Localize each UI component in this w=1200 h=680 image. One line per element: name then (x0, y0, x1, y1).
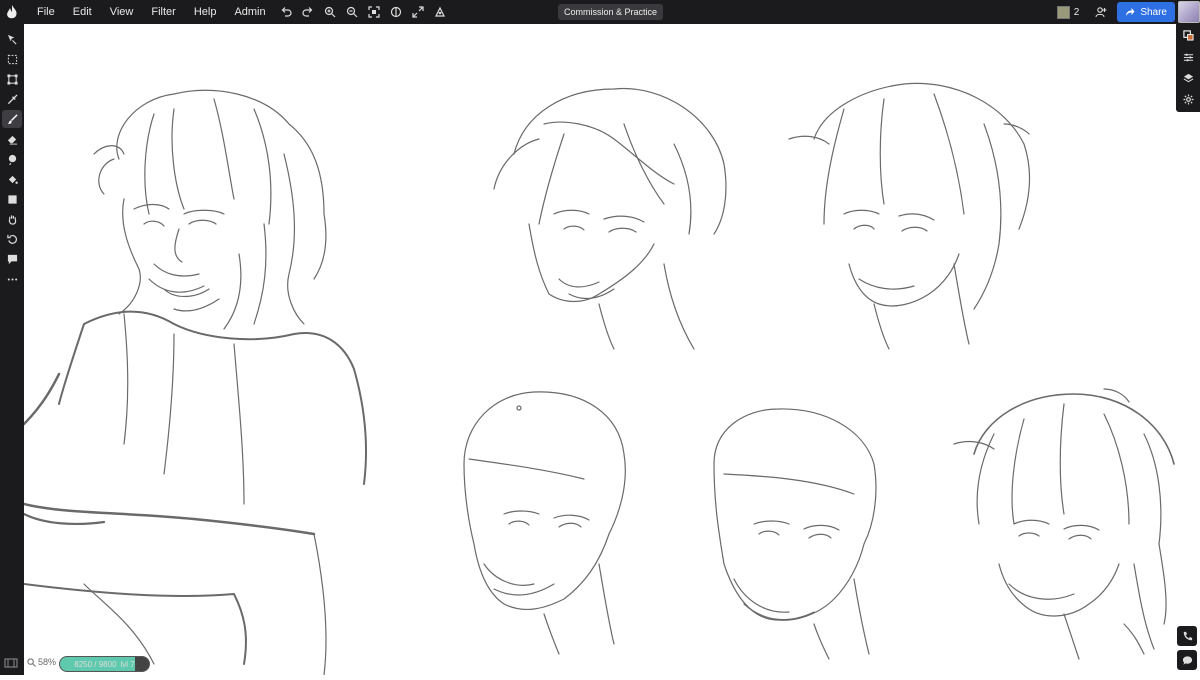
user-count: 2 (1073, 6, 1080, 18)
color-icon[interactable] (1179, 26, 1197, 44)
select-icon[interactable] (2, 50, 22, 68)
menu-edit[interactable]: Edit (64, 0, 101, 24)
menu-help[interactable]: Help (185, 0, 226, 24)
menu-admin[interactable]: Admin (225, 0, 274, 24)
share-button[interactable]: Share (1117, 2, 1175, 22)
avatar[interactable] (1178, 1, 1200, 23)
zoom-out-icon[interactable] (341, 0, 363, 24)
panels-toolbar (1176, 24, 1200, 112)
call-button[interactable] (1177, 626, 1197, 646)
hand-icon[interactable] (2, 210, 22, 228)
document-title[interactable]: Commission & Practice (558, 4, 664, 20)
zoom-in-icon[interactable] (319, 0, 341, 24)
app-logo-icon[interactable] (0, 0, 24, 24)
symmetry-icon[interactable] (385, 0, 407, 24)
zoom-value: 58% (38, 657, 57, 667)
collaborator-swatch (1056, 5, 1070, 19)
add-user-icon[interactable] (1091, 0, 1111, 24)
fill-icon[interactable] (2, 170, 22, 188)
smudge-icon[interactable] (2, 150, 22, 168)
share-label: Share (1140, 6, 1167, 18)
comment-icon[interactable] (2, 250, 22, 268)
eyedropper-icon[interactable] (2, 90, 22, 108)
zoom-indicator[interactable]: 58% (27, 657, 56, 667)
xp-progress-bar: 8250 / 9800 lvl 7 (59, 656, 150, 672)
eraser-icon[interactable] (2, 130, 22, 148)
layers-icon[interactable] (1179, 69, 1197, 87)
chat-button[interactable] (1177, 650, 1197, 670)
xp-progress-label: 8250 / 9800 lvl 7 (60, 657, 149, 671)
zoom-icon (27, 657, 36, 667)
top-toolbar: File Edit View Filter Help Admin Commiss… (0, 0, 1200, 24)
move-icon[interactable] (2, 30, 22, 48)
xp-value: 8250 / 9800 (74, 659, 117, 669)
level-value: lvl 7 (120, 659, 135, 669)
sketch-artwork (22, 82, 1175, 676)
phone-icon (1183, 631, 1192, 640)
fullscreen-icon[interactable] (407, 0, 429, 24)
tools-panel (0, 24, 24, 675)
adjust-icon[interactable] (1179, 48, 1197, 66)
menu-view[interactable]: View (101, 0, 143, 24)
shape-icon[interactable] (2, 190, 22, 208)
transform-icon[interactable] (2, 70, 22, 88)
settings-icon[interactable] (1179, 90, 1197, 108)
drawing-canvas[interactable] (22, 24, 1176, 676)
more-icon[interactable] (2, 270, 22, 288)
chat-icon (1182, 655, 1192, 665)
undo-icon[interactable] (275, 0, 297, 24)
menu-file[interactable]: File (28, 0, 64, 24)
menu-filter[interactable]: Filter (142, 0, 184, 24)
main-menu: File Edit View Filter Help Admin (28, 0, 275, 24)
brush-icon[interactable] (2, 110, 22, 128)
redo-icon[interactable] (297, 0, 319, 24)
film-strip-icon[interactable] (4, 656, 20, 670)
share-icon (1126, 8, 1135, 16)
fit-screen-icon[interactable] (363, 0, 385, 24)
reference-icon[interactable] (429, 0, 451, 24)
rotate-icon[interactable] (2, 230, 22, 248)
